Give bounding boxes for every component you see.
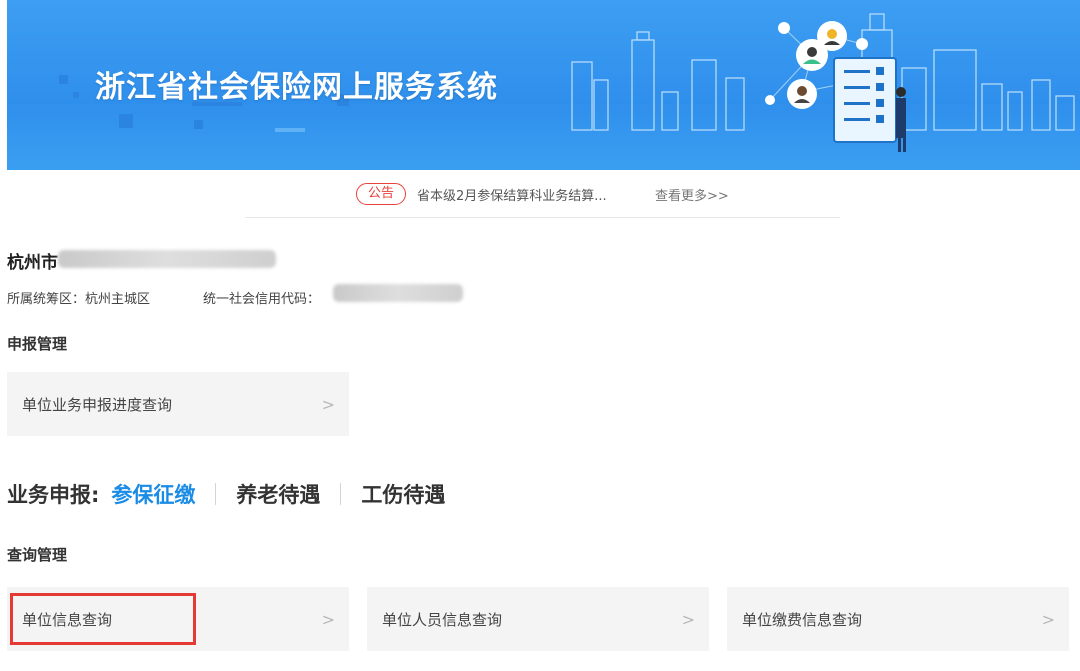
notice-tag: 公告	[356, 183, 406, 205]
notice-bar: 公告 省本级2月参保结算科业务结算... 查看更多>>	[245, 180, 840, 218]
tab-pension-benefits[interactable]: 养老待遇	[236, 479, 320, 509]
district-label: 所属统筹区：杭州主城区	[7, 292, 151, 307]
chevron-right-icon: >	[681, 609, 695, 629]
city-skyline-illustration	[571, 13, 1075, 152]
tab-divider	[340, 483, 342, 505]
business-label: 业务申报:	[7, 483, 100, 507]
card-label: 单位人员信息查询	[382, 610, 503, 629]
tab-insurance-collection[interactable]: 参保征缴	[111, 479, 195, 509]
redacted-org-name	[58, 250, 276, 268]
org-name: 杭州市	[7, 253, 58, 273]
decor-square	[119, 114, 133, 128]
card-declaration-progress[interactable]: 单位业务申报进度查询 >	[7, 372, 349, 436]
card-label: 单位业务申报进度查询	[22, 395, 173, 414]
tab-injury-benefits[interactable]: 工伤待遇	[361, 479, 445, 509]
notice-text-link[interactable]: 省本级2月参保结算科业务结算...	[417, 185, 607, 204]
card-unit-info-query[interactable]: 单位信息查询 >	[7, 587, 349, 651]
redacted-credit-code	[333, 284, 463, 302]
card-label: 单位缴费信息查询	[742, 610, 863, 629]
business-declaration-tabs: 业务申报: 参保征缴 养老待遇 工伤待遇	[7, 478, 445, 510]
credit-code-label: 统一社会信用代码：	[203, 292, 321, 307]
tab-divider	[215, 483, 217, 505]
chevron-right-icon: >	[1041, 609, 1055, 629]
decor-square	[194, 120, 203, 129]
card-label: 单位信息查询	[22, 610, 113, 629]
banner-title: 浙江省社会保险网上服务系统	[95, 70, 498, 105]
decor-bar	[275, 128, 305, 132]
header-banner: 浙江省社会保险网上服务系统	[7, 0, 1080, 170]
decor-square	[59, 75, 68, 84]
chevron-right-icon: >	[321, 609, 335, 629]
view-more-link[interactable]: 查看更多>>	[655, 185, 729, 204]
card-unit-payment-query[interactable]: 单位缴费信息查询 >	[727, 587, 1069, 651]
section-title-query: 查询管理	[7, 546, 68, 564]
section-title-declaration: 申报管理	[7, 335, 68, 353]
chevron-right-icon: >	[321, 394, 335, 414]
card-unit-personnel-query[interactable]: 单位人员信息查询 >	[367, 587, 709, 651]
decor-square	[73, 92, 79, 98]
